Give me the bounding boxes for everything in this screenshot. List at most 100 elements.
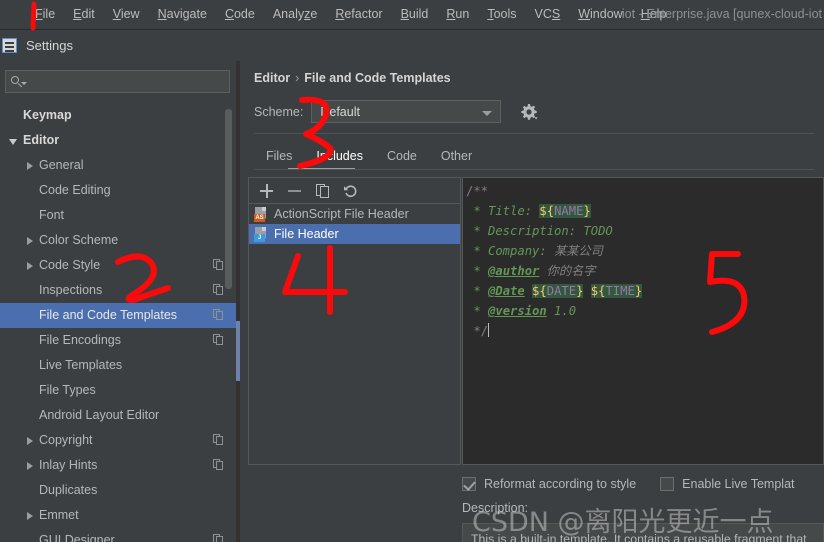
copy-settings-icon[interactable]	[213, 459, 224, 471]
copy-settings-icon[interactable]	[213, 534, 224, 542]
sidebar-item-file-and-code-templates[interactable]: File and Code Templates	[0, 303, 236, 328]
menu-edit[interactable]: Edit	[64, 0, 104, 29]
tab-code[interactable]: Code	[375, 143, 429, 169]
code-line: * Title: ${NAME}	[466, 201, 823, 221]
scheme-dropdown[interactable]: Default	[311, 100, 502, 123]
list-item[interactable]: AS ActionScript File Header	[249, 204, 460, 224]
sidebar-item-color-scheme[interactable]: Color Scheme	[0, 228, 236, 253]
menu-code-accel: C	[224, 7, 234, 21]
list-item-label: File Header	[274, 227, 339, 241]
chevron-right-icon[interactable]	[24, 260, 36, 272]
chevron-down-icon[interactable]	[8, 135, 20, 147]
sidebar-item-live-templates[interactable]: Live Templates	[0, 353, 236, 378]
settings-search-box[interactable]	[5, 70, 230, 93]
live-template-checkbox-group[interactable]: Enable Live Templat	[660, 477, 795, 491]
scrollbar-thumb[interactable]	[225, 109, 232, 289]
sidebar-item-code-editing[interactable]: Code Editing	[0, 178, 236, 203]
sidebar-item-gui-designer[interactable]: GUI Designer	[0, 528, 236, 542]
list-item-label: ActionScript File Header	[274, 207, 409, 221]
menu-run-rest: un	[455, 7, 470, 21]
menu-tools[interactable]: Tools	[478, 0, 525, 29]
menu-vcs-accel: S	[551, 7, 561, 21]
menu-vcs[interactable]: VCS	[526, 0, 570, 29]
chevron-right-icon[interactable]	[24, 435, 36, 447]
sidebar-item-editor[interactable]: Editor	[0, 128, 236, 153]
sidebar-item-label: Copyright	[39, 433, 93, 447]
reformat-checkbox-group[interactable]: Reformat according to style	[462, 477, 636, 491]
scheme-divider	[254, 133, 814, 134]
menu-refactor[interactable]: Refactor	[326, 0, 391, 29]
file-template-icon: AS	[254, 206, 268, 222]
menu-code[interactable]: Code	[216, 0, 264, 29]
revert-icon[interactable]	[339, 180, 363, 202]
menu-navigate[interactable]: Navigate	[149, 0, 216, 29]
settings-tree[interactable]: Keymap Editor General Code Editing Font Color…	[0, 103, 236, 542]
live-template-checkbox[interactable]	[660, 477, 675, 491]
menu-view[interactable]: View	[104, 0, 149, 29]
code-token: 你的名字	[546, 264, 596, 278]
search-input[interactable]	[26, 74, 229, 89]
sidebar-item-label: GUI Designer	[39, 533, 115, 542]
search-icon	[8, 73, 27, 91]
template-category-tabs[interactable]: Files Includes Code Other	[254, 141, 484, 169]
tab-includes[interactable]: Includes	[304, 143, 375, 169]
chevron-right-icon[interactable]	[24, 460, 36, 472]
minus-icon[interactable]	[283, 180, 307, 202]
breadcrumb-parent[interactable]: Editor	[254, 71, 290, 85]
tab-other[interactable]: Other	[429, 143, 484, 169]
sidebar-item-android-layout-editor[interactable]: Android Layout Editor	[0, 403, 236, 428]
menu-file[interactable]: File	[26, 0, 64, 29]
sidebar-item-file-encodings[interactable]: File Encodings	[0, 328, 236, 353]
chevron-right-icon[interactable]	[24, 510, 36, 522]
copy-settings-icon[interactable]	[213, 309, 224, 321]
reformat-checkbox[interactable]	[462, 477, 476, 491]
menu-window-rest: indow	[590, 7, 623, 21]
copy-settings-icon[interactable]	[213, 334, 224, 346]
gear-icon[interactable]	[519, 102, 539, 122]
copy-settings-icon[interactable]	[213, 284, 224, 296]
menu-analyze[interactable]: Analyze	[264, 0, 326, 29]
code-token: 1.0	[546, 304, 577, 318]
code-token: }	[583, 204, 591, 218]
breadcrumb-current: File and Code Templates	[304, 71, 451, 85]
template-code-editor[interactable]: /** * Title: ${NAME} * Description: TODO…	[462, 177, 824, 465]
sidebar-item-label: File Types	[39, 383, 96, 397]
sidebar-item-label: Code Style	[39, 258, 101, 272]
description-line1: This is a built-in template. It contains…	[471, 532, 807, 542]
reformat-label: Reformat according to style	[484, 477, 637, 491]
sidebar-item-copyright[interactable]: Copyright	[0, 428, 236, 453]
sidebar-item-general[interactable]: General	[0, 153, 236, 178]
copy-icon[interactable]	[311, 180, 335, 202]
plus-icon[interactable]	[255, 180, 279, 202]
sidebar-item-inlay-hints[interactable]: Inlay Hints	[0, 453, 236, 478]
text-caret	[488, 323, 490, 337]
sidebar-item-label: Inlay Hints	[39, 458, 98, 472]
sidebar-item-keymap[interactable]: Keymap	[0, 103, 236, 128]
code-token: 某某公司	[554, 244, 603, 258]
chevron-right-icon[interactable]	[24, 160, 36, 172]
sidebar-item-code-style[interactable]: Code Style	[0, 253, 236, 278]
breadcrumb-separator: ›	[295, 71, 300, 85]
settings-left-panel: Keymap Editor General Code Editing Font Color…	[0, 61, 236, 542]
copy-settings-icon[interactable]	[213, 434, 224, 446]
sidebar-item-inspections[interactable]: Inspections	[0, 278, 236, 303]
description-label: Description:	[462, 501, 528, 515]
copy-settings-icon[interactable]	[213, 259, 224, 271]
sidebar-item-file-types[interactable]: File Types	[0, 378, 236, 403]
settings-right-panel: Editor › File and Code Templates Scheme: D…	[240, 61, 824, 542]
chevron-right-icon[interactable]	[24, 235, 36, 247]
settings-tree-scrollbar[interactable]	[225, 109, 232, 499]
sidebar-item-font[interactable]: Font	[0, 203, 236, 228]
tab-files[interactable]: Files	[254, 143, 304, 169]
sidebar-item-emmet[interactable]: Emmet	[0, 503, 236, 528]
menu-run[interactable]: Run	[437, 0, 478, 29]
code-token: /**	[466, 184, 489, 198]
menu-build[interactable]: Build	[392, 0, 438, 29]
sidebar-item-duplicates[interactable]: Duplicates	[0, 478, 236, 503]
templates-list[interactable]: AS ActionScript File Header J File Header	[249, 204, 460, 244]
list-item[interactable]: J File Header	[249, 224, 460, 244]
